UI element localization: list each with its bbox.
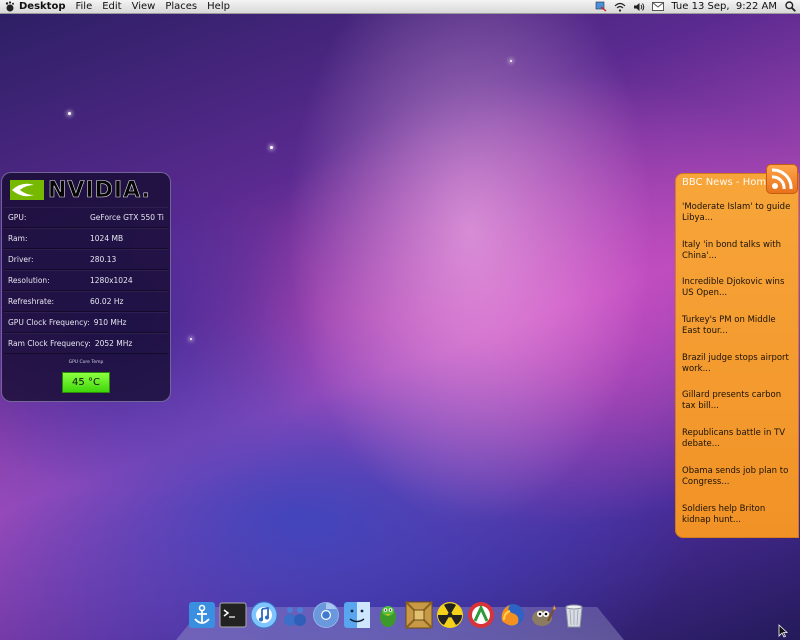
rss-headline-link[interactable]: Soldiers help Briton kidnap hunt... bbox=[682, 504, 794, 542]
gpu-info-label: Driver: bbox=[8, 255, 34, 264]
radiation-icon[interactable] bbox=[436, 600, 464, 630]
dock bbox=[188, 600, 588, 630]
app-name[interactable]: Desktop bbox=[19, 1, 66, 12]
gpu-info-label: Refreshrate: bbox=[8, 297, 55, 306]
gpu-temp-readout: 45 °C bbox=[62, 372, 110, 393]
bbc-news-rss-widget[interactable]: BBC News - Home 'Moderate Islam' to guid… bbox=[675, 164, 799, 541]
gnome-foot-icon[interactable] bbox=[3, 1, 15, 13]
rss-feed-title[interactable]: BBC News - Home bbox=[682, 177, 772, 188]
gpu-info-row: Ram: 1024 MB bbox=[4, 228, 168, 249]
wifi-icon[interactable] bbox=[614, 1, 626, 12]
rss-headline-link[interactable]: Republicans battle in TV debate... bbox=[682, 428, 794, 466]
terminal-icon[interactable] bbox=[219, 600, 247, 630]
gpu-info-row: Refreshrate: 60.02 Hz bbox=[4, 291, 168, 312]
menu-edit[interactable]: Edit bbox=[102, 1, 121, 12]
game-crate-icon[interactable] bbox=[405, 600, 433, 630]
system-tray: Tue 13 Sep, 9:22 AM bbox=[595, 1, 800, 12]
finder-icon[interactable] bbox=[343, 600, 371, 630]
gpu-info-value: 1280x1024 bbox=[90, 276, 133, 285]
gpu-info-row: Driver: 280.13 bbox=[4, 249, 168, 270]
rss-headline-link[interactable]: Brazil judge stops airport work... bbox=[682, 353, 794, 391]
menu-view[interactable]: View bbox=[132, 1, 156, 12]
gpu-info-value: 910 MHz bbox=[93, 318, 127, 327]
menu-file[interactable]: File bbox=[76, 1, 93, 12]
gpu-info-label: GPU: bbox=[8, 213, 27, 222]
wallpaper-star bbox=[510, 60, 512, 62]
rss-headline-link[interactable]: Obama sends job plan to Congress... bbox=[682, 466, 794, 504]
rss-item-list: 'Moderate Islam' to guide Libya... Italy… bbox=[682, 202, 794, 541]
gpu-info-value: 60.02 Hz bbox=[90, 297, 124, 306]
gpu-info-label: Ram: bbox=[8, 234, 28, 243]
nvidia-gpu-widget[interactable]: NVIDIA. GPU: GeForce GTX 550 Ti Ram: 102… bbox=[1, 172, 171, 402]
clock[interactable]: Tue 13 Sep, 9:22 AM bbox=[671, 1, 777, 12]
network-status-icon[interactable] bbox=[595, 1, 607, 12]
gpu-info-label: Resolution: bbox=[8, 276, 50, 285]
wallpaper-star bbox=[270, 146, 273, 149]
chromium-icon[interactable] bbox=[312, 600, 340, 630]
rss-headline-link[interactable]: Turkey's PM on Middle East tour... bbox=[682, 315, 794, 353]
anchor-app-icon[interactable] bbox=[188, 600, 216, 630]
spotlight-search-icon[interactable] bbox=[784, 1, 796, 12]
gpu-info-value: 280.13 bbox=[90, 255, 117, 264]
rss-feed-icon[interactable] bbox=[766, 164, 798, 194]
gpu-info-label: GPU Clock Frequency: bbox=[8, 318, 90, 327]
gpu-info-row: GPU Clock Frequency: 910 MHz bbox=[4, 312, 168, 333]
wallpaper-star bbox=[68, 112, 71, 115]
menu-places[interactable]: Places bbox=[165, 1, 197, 12]
top-menu-bar: Desktop File Edit View Places Help Tue 1… bbox=[0, 0, 800, 14]
gimp-icon[interactable] bbox=[529, 600, 557, 630]
system-monitor-icon[interactable] bbox=[467, 600, 495, 630]
pidgin-icon[interactable] bbox=[374, 600, 402, 630]
mail-icon[interactable] bbox=[652, 1, 665, 12]
rss-headline-link[interactable]: Italy 'in bond talks with China'... bbox=[682, 240, 794, 278]
gpu-info-label: Ram Clock Frequency: bbox=[8, 339, 91, 348]
gpu-info-value: 1024 MB bbox=[90, 234, 124, 243]
firefox-icon[interactable] bbox=[498, 600, 526, 630]
mouse-pointer-icon bbox=[778, 624, 788, 638]
gpu-info-value: 2052 MHz bbox=[94, 339, 133, 348]
nvidia-wordmark: NVIDIA. bbox=[48, 177, 151, 203]
gpu-info-row: GPU: GeForce GTX 550 Ti bbox=[4, 207, 168, 228]
gpu-info-table: GPU: GeForce GTX 550 Ti Ram: 1024 MB Dri… bbox=[2, 207, 170, 354]
rss-headline-link[interactable]: Incredible Djokovic wins US Open... bbox=[682, 277, 794, 315]
trash-icon[interactable] bbox=[560, 600, 588, 630]
gpu-info-value: GeForce GTX 550 Ti bbox=[90, 213, 164, 222]
nvidia-eye-icon bbox=[10, 180, 44, 200]
wallpaper-star bbox=[190, 338, 192, 340]
rss-headline-link[interactable]: 'Moderate Islam' to guide Libya... bbox=[682, 202, 794, 240]
music-player-icon[interactable] bbox=[250, 600, 278, 630]
rss-headline-link[interactable]: Gillard presents carbon tax bill... bbox=[682, 390, 794, 428]
menu-help[interactable]: Help bbox=[207, 1, 230, 12]
gpu-temp-label: GPU Core Temp bbox=[68, 360, 104, 365]
messenger-icon[interactable] bbox=[281, 600, 309, 630]
gpu-info-row: Ram Clock Frequency: 2052 MHz bbox=[4, 333, 168, 354]
nvidia-logo: NVIDIA. bbox=[2, 173, 170, 207]
gpu-info-row: Resolution: 1280x1024 bbox=[4, 270, 168, 291]
volume-icon[interactable] bbox=[633, 1, 645, 12]
